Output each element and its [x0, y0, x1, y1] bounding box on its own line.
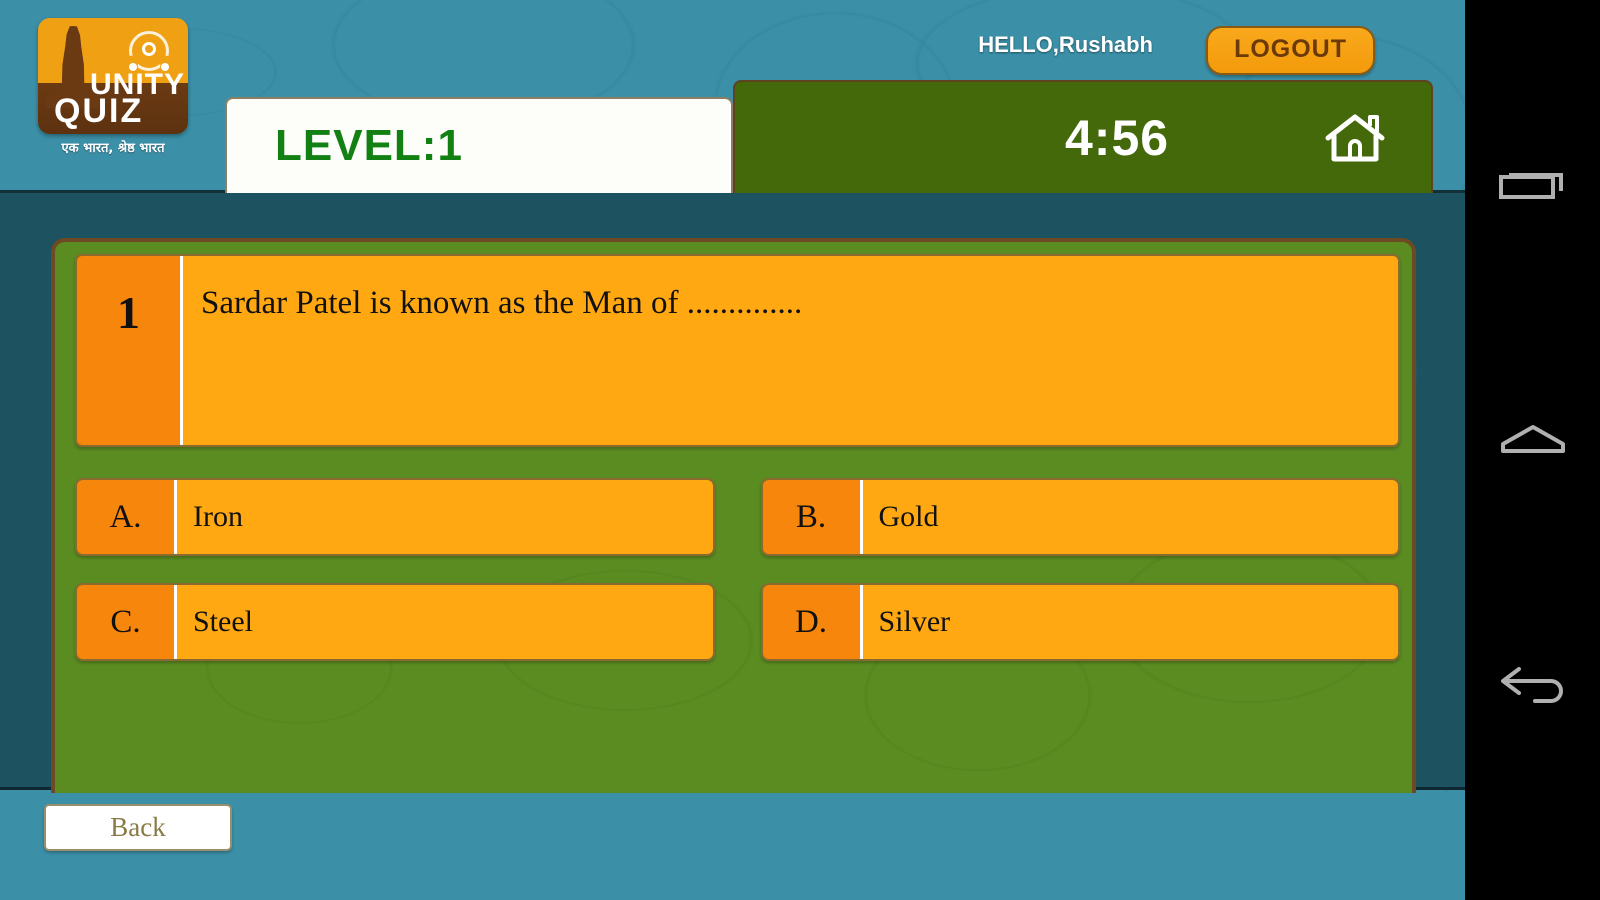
app-footer: Back [0, 793, 1465, 900]
logo-text-quiz: QUIZ [54, 92, 144, 130]
recents-icon[interactable] [1465, 125, 1600, 245]
question-text: Sardar Patel is known as the Man of ....… [183, 256, 1398, 445]
android-navigation-bar [1465, 0, 1600, 900]
option-a-letter: A. [77, 480, 177, 554]
home-icon[interactable] [1465, 380, 1600, 500]
back-button[interactable]: Back [44, 804, 232, 851]
option-d-letter: D. [762, 585, 863, 659]
logo-card: UNITY QUIZ [38, 18, 188, 134]
back-arrow-icon[interactable] [1465, 625, 1600, 745]
logo-tagline: एक भारत, श्रेष्ठ भारत [61, 141, 165, 156]
quiz-app-screen: UNITY QUIZ एक भारत, श्रेष्ठ भारत HELLO,R… [0, 0, 1465, 900]
question-row[interactable]: 1 Sardar Patel is known as the Man of ..… [75, 254, 1400, 447]
option-c-text: Steel [177, 585, 713, 659]
content-area: 1 Sardar Patel is known as the Man of ..… [0, 190, 1465, 900]
question-number: 1 [77, 256, 183, 445]
user-greeting: HELLO,Rushabh [978, 32, 1153, 57]
option-c[interactable]: C. Steel [75, 583, 715, 661]
statue-of-unity-icon [61, 26, 85, 96]
timer-bar: 4:56 [733, 80, 1433, 193]
options-grid: A. Iron B. Gold C. Steel D. Silver [75, 478, 1400, 688]
option-d[interactable]: D. Silver [760, 583, 1400, 661]
option-c-letter: C. [77, 585, 177, 659]
option-a[interactable]: A. Iron [75, 478, 715, 556]
countdown-timer: 4:56 [1065, 109, 1170, 166]
app-logo: UNITY QUIZ एक भारत, श्रेष्ठ भारत [38, 18, 188, 164]
logout-button[interactable]: LOGOUT [1206, 26, 1375, 75]
level-bar: LEVEL:1 [225, 97, 733, 193]
option-d-text: Silver [862, 585, 1398, 659]
option-a-text: Iron [177, 480, 713, 554]
option-b[interactable]: B. Gold [760, 478, 1400, 556]
option-b-letter: B. [762, 480, 863, 554]
option-b-text: Gold [862, 480, 1398, 554]
unity-emblem-icon [129, 31, 169, 71]
home-icon[interactable] [1324, 112, 1386, 164]
level-label: LEVEL:1 [275, 121, 463, 170]
app-header: UNITY QUIZ एक भारत, श्रेष्ठ भारत HELLO,R… [0, 0, 1465, 193]
